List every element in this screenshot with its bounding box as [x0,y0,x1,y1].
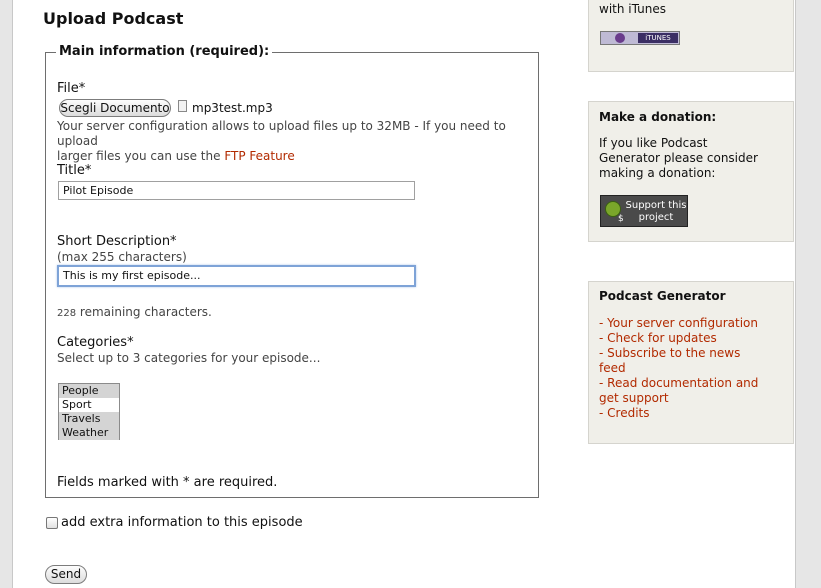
selected-filename: mp3test.mp3 [192,101,273,115]
subscribe-news-link[interactable]: - Subscribe to the news feed [599,346,758,376]
itunes-badge[interactable]: iTUNES [600,31,680,45]
support-badge-text: Support this project [625,200,687,224]
categories-hint: Select up to 3 categories for your episo… [57,351,321,365]
donation-text: If you like Podcast Generator please con… [599,136,758,181]
remaining-text: remaining characters. [79,305,212,319]
description-hint: (max 255 characters) [57,250,187,264]
support-badge-line-2: project [638,212,674,223]
support-badge-line-1: Support this [625,200,687,211]
fieldset-legend: Main information (required): [56,44,273,59]
title-input[interactable]: Pilot Episode [58,181,415,200]
required-fields-note: Fields marked with * are required. [57,475,278,490]
category-option-weather[interactable]: Weather [59,426,119,440]
category-option-travels[interactable]: Travels [59,412,119,426]
title-label: Title* [57,163,92,178]
upload-limit-text-2: larger files you can use the [57,149,221,163]
donation-box: Make a donation: If you like Podcast Gen… [588,101,794,242]
check-updates-link[interactable]: - Check for updates [599,331,758,346]
donation-line-2: Generator please consider [599,151,758,165]
categories-label: Categories* [57,335,134,350]
donation-line-3: making a donation: [599,166,716,180]
send-button[interactable]: Send [45,565,87,584]
itunes-box: with iTunes iTUNES [588,0,794,72]
donation-title: Make a donation: [599,110,717,124]
category-option-sport[interactable]: Sport [59,398,119,412]
support-project-button[interactable]: $ Support this project [600,195,688,227]
page-title: Upload Podcast [43,9,184,28]
credits-link[interactable]: - Credits [599,406,758,421]
upload-limit-note: Your server configuration allows to uplo… [57,119,527,164]
extra-info-label[interactable]: add extra information to this episode [61,515,303,530]
category-option-people[interactable]: People [59,384,119,398]
short-description-label: Short Description* [57,234,177,249]
dollar-symbol: $ [618,214,624,224]
remaining-count: 228 [57,308,77,319]
itunes-badge-label: iTUNES [638,33,678,43]
file-icon [178,100,187,112]
itunes-text: with iTunes [599,2,666,16]
upload-limit-text: Your server configuration allows to uplo… [57,119,506,148]
podcast-generator-title: Podcast Generator [599,289,726,303]
server-configuration-link[interactable]: - Your server configuration [599,316,758,331]
file-label: File* [57,81,86,96]
itunes-disc-icon [615,33,625,43]
choose-file-button[interactable]: Scegli Documento [59,99,171,117]
short-description-input[interactable]: This is my first episode... [57,265,416,287]
ftp-feature-link[interactable]: FTP Feature [224,149,294,163]
read-documentation-link[interactable]: - Read documentation and get support [599,376,758,406]
podcast-generator-links: - Your server configuration - Check for … [599,316,758,421]
podcast-generator-box: Podcast Generator - Your server configur… [588,281,794,444]
categories-listbox[interactable]: People Sport Travels Weather [58,383,120,440]
extra-info-checkbox[interactable] [46,517,58,529]
remaining-characters: 228 remaining characters. [57,305,212,319]
donation-line-1: If you like Podcast [599,136,708,150]
